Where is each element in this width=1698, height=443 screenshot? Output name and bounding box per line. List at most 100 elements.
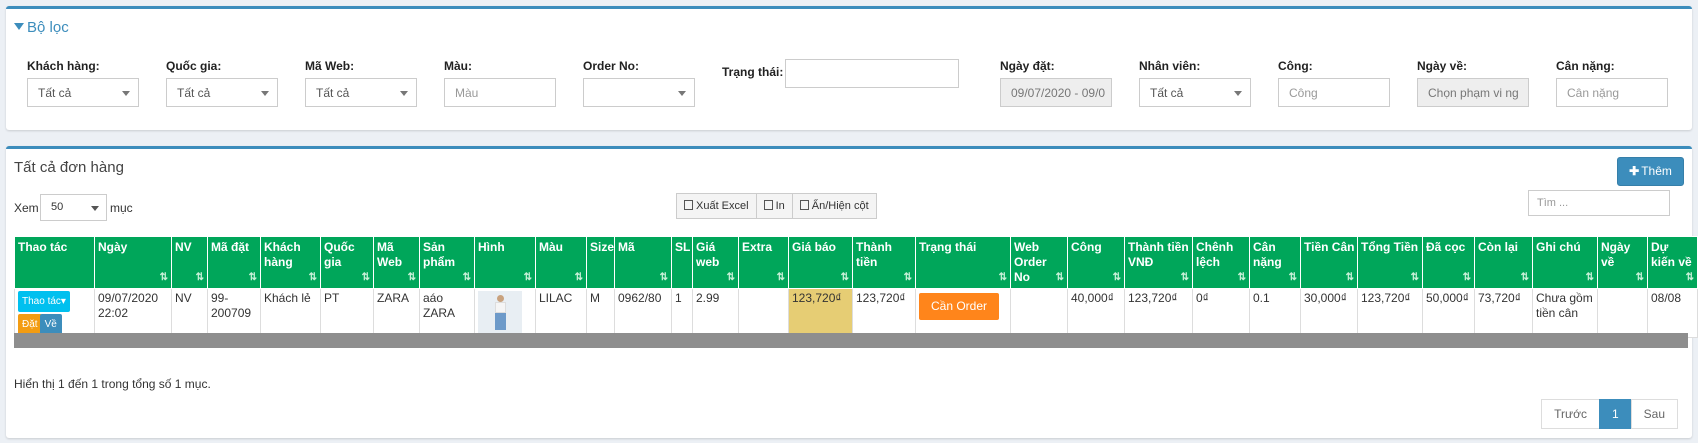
weight-input[interactable]: Cân nặng bbox=[1556, 78, 1668, 107]
size-cell: M bbox=[586, 288, 615, 338]
action-dropdown-button[interactable]: Thao tác▾ bbox=[18, 291, 70, 312]
filter-title[interactable]: Bộ lọc bbox=[14, 19, 69, 36]
col-header[interactable]: Thao tác bbox=[14, 236, 95, 289]
add-button[interactable]: ✚ Thêm bbox=[1617, 157, 1684, 186]
export-excel-label: Xuất Excel bbox=[696, 200, 749, 212]
col-header[interactable]: Còn lại ⇅ bbox=[1474, 236, 1533, 289]
status-label: Trạng thái: bbox=[722, 65, 784, 79]
status-button[interactable]: Cần Order bbox=[919, 293, 1000, 320]
toggle-columns-label: Ẩn/Hiện cột bbox=[811, 200, 869, 212]
col-header[interactable]: Ngày về ⇅ bbox=[1597, 236, 1648, 289]
col-header[interactable]: Ghi chú ⇅ bbox=[1532, 236, 1598, 289]
web-price-cell: 2.99 bbox=[692, 288, 739, 338]
col-header[interactable]: Thành tiền VNĐ ⇅ bbox=[1124, 236, 1193, 289]
web-code-label: Mã Web: bbox=[305, 59, 355, 73]
country-label: Quốc gia: bbox=[166, 59, 222, 73]
col-header[interactable]: Ngày ⇅ bbox=[94, 236, 172, 289]
table-info: Hiển thị 1 đến 1 trong tổng số 1 mục. bbox=[14, 377, 211, 391]
thumbnail-figure bbox=[495, 313, 506, 330]
col-header[interactable]: Mã ⇅ bbox=[614, 236, 672, 289]
col-header-label: Web Order No bbox=[1014, 240, 1047, 284]
sort-icon: ⇅ bbox=[248, 272, 257, 283]
sort-icon: ⇅ bbox=[159, 272, 168, 283]
col-header[interactable]: Mã Web ⇅ bbox=[373, 236, 420, 289]
chevron-down-icon bbox=[91, 206, 99, 211]
arrived-button[interactable]: Về bbox=[39, 314, 62, 335]
code-cell: 0962/80 bbox=[614, 288, 672, 338]
col-header[interactable]: Size bbox=[586, 236, 615, 289]
col-header[interactable]: Hình ⇅ bbox=[474, 236, 536, 289]
country-select-value: Tất cả bbox=[177, 86, 211, 100]
staff-select[interactable]: Tất cả bbox=[1139, 78, 1251, 107]
page-size-select[interactable]: 50 bbox=[40, 194, 107, 221]
col-header[interactable]: Giá web ⇅ bbox=[692, 236, 739, 289]
order-code-cell: 99-200709 bbox=[207, 288, 261, 338]
export-excel-button[interactable]: Xuất Excel bbox=[676, 193, 757, 219]
col-header-label: Mã Web bbox=[377, 240, 403, 269]
col-header[interactable]: Đã cọc ⇅ bbox=[1422, 236, 1475, 289]
status-input[interactable] bbox=[785, 59, 959, 88]
color-input[interactable]: Màu bbox=[444, 78, 556, 107]
col-header[interactable]: Chênh lệch ⇅ bbox=[1192, 236, 1250, 289]
print-button[interactable]: In bbox=[755, 193, 793, 219]
sort-icon: ⇅ bbox=[1462, 272, 1471, 283]
col-header-label: Khách hàng bbox=[264, 240, 301, 269]
col-header-label: Ngày về bbox=[1601, 240, 1631, 269]
col-header-label: Màu bbox=[539, 240, 563, 254]
quote-price-cell[interactable]: 123,720₫ bbox=[788, 288, 853, 338]
customer-label: Khách hàng: bbox=[27, 59, 100, 73]
col-header[interactable]: Giá báo ⇅ bbox=[788, 236, 853, 289]
customer-select[interactable]: Tất cả bbox=[27, 78, 139, 107]
col-header[interactable]: Màu ⇅ bbox=[535, 236, 587, 289]
col-header[interactable]: Dự kiến về ⇅ bbox=[1647, 236, 1698, 289]
order-no-select[interactable] bbox=[583, 78, 695, 107]
product-thumbnail[interactable] bbox=[478, 291, 522, 333]
page-size-value: 50 bbox=[51, 201, 64, 213]
col-header[interactable]: Khách hàng ⇅ bbox=[260, 236, 321, 289]
weight-cell: 0.1 bbox=[1249, 288, 1301, 338]
sort-icon: ⇅ bbox=[1585, 272, 1594, 283]
customer-cell: Khách lẻ bbox=[260, 288, 321, 338]
horizontal-scrollbar[interactable] bbox=[14, 333, 1688, 348]
col-header[interactable]: Tổng Tiền ⇅ bbox=[1357, 236, 1423, 289]
col-header[interactable]: Tiền Cân ⇅ bbox=[1300, 236, 1358, 289]
arrival-date-input[interactable]: Chọn phạm vi ng bbox=[1417, 78, 1529, 107]
col-header[interactable]: Thành tiền ⇅ bbox=[852, 236, 916, 289]
web-cell: ZARA bbox=[373, 288, 420, 338]
col-header[interactable]: Cân nặng ⇅ bbox=[1249, 236, 1301, 289]
weight-fee-cell: 30,000₫ bbox=[1300, 288, 1358, 338]
prev-page-button[interactable]: Trước bbox=[1541, 399, 1600, 429]
col-header[interactable]: Trạng thái ⇅ bbox=[915, 236, 1011, 289]
chevron-down-icon bbox=[1234, 91, 1242, 96]
col-header[interactable]: Extra ⇅ bbox=[738, 236, 789, 289]
col-header-label: SL bbox=[675, 240, 691, 254]
filter-icon bbox=[14, 23, 24, 30]
order-date-input[interactable]: 09/07/2020 - 09/0 bbox=[1000, 78, 1112, 107]
col-header[interactable]: Mã đặt ⇅ bbox=[207, 236, 261, 289]
country-select[interactable]: Tất cả bbox=[166, 78, 278, 107]
qty-cell: 1 bbox=[671, 288, 693, 338]
toggle-columns-button[interactable]: Ẩn/Hiện cột bbox=[791, 193, 877, 219]
col-header[interactable]: Quốc gia ⇅ bbox=[320, 236, 374, 289]
page-1-button[interactable]: 1 bbox=[1598, 399, 1632, 429]
sort-icon: ⇅ bbox=[903, 272, 912, 283]
col-header[interactable]: Sản phẩm ⇅ bbox=[419, 236, 475, 289]
col-header[interactable]: Web Order No ⇅ bbox=[1010, 236, 1068, 289]
sort-icon: ⇅ bbox=[1288, 272, 1297, 283]
col-header[interactable]: Công ⇅ bbox=[1067, 236, 1125, 289]
next-page-button[interactable]: Sau bbox=[1630, 399, 1678, 429]
col-header[interactable]: NV ⇅ bbox=[171, 236, 208, 289]
chevron-down-icon bbox=[261, 91, 269, 96]
staff-label: Nhân viên: bbox=[1139, 59, 1201, 73]
sort-icon: ⇅ bbox=[840, 272, 849, 283]
arrival-cell bbox=[1597, 288, 1648, 338]
fee-input[interactable]: Công bbox=[1278, 78, 1390, 107]
subtotal-vnd-cell: 123,720₫ bbox=[1124, 288, 1193, 338]
col-header[interactable]: SL bbox=[671, 236, 693, 289]
sort-icon: ⇅ bbox=[308, 272, 317, 283]
search-input[interactable]: Tìm ... bbox=[1528, 190, 1670, 216]
chevron-down-icon bbox=[400, 91, 408, 96]
order-button[interactable]: Đặt bbox=[18, 314, 42, 335]
web-code-select[interactable]: Tất cả bbox=[305, 78, 417, 107]
color-label: Màu: bbox=[444, 59, 472, 73]
